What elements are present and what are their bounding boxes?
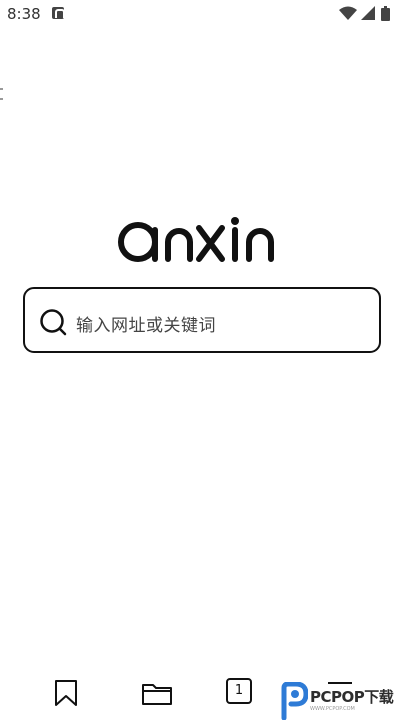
watermark: PCPOP下载 WWW.PCPOP.COM <box>278 680 404 720</box>
search-input[interactable]: 输入网址或关键词 <box>76 311 216 336</box>
search-icon <box>39 308 67 336</box>
status-bar: 8:38 <box>0 0 404 30</box>
watermark-text: PCPOP下载 <box>310 688 394 706</box>
watermark-logo-icon <box>281 682 308 720</box>
tabs-button[interactable]: 1 <box>226 678 252 704</box>
signal-icon <box>361 6 375 20</box>
edge-marks <box>0 88 3 108</box>
status-time: 8:38 <box>7 5 41 23</box>
wifi-icon <box>339 6 357 20</box>
battery-icon <box>381 6 390 21</box>
search-box[interactable]: 输入网址或关键词 <box>23 287 381 353</box>
notification-icon <box>52 7 65 19</box>
watermark-subtext: WWW.PCPOP.COM <box>310 706 355 712</box>
app-logo <box>118 210 288 270</box>
folder-icon[interactable] <box>141 678 172 708</box>
bookmark-icon[interactable] <box>51 678 81 708</box>
status-icons <box>339 5 397 23</box>
